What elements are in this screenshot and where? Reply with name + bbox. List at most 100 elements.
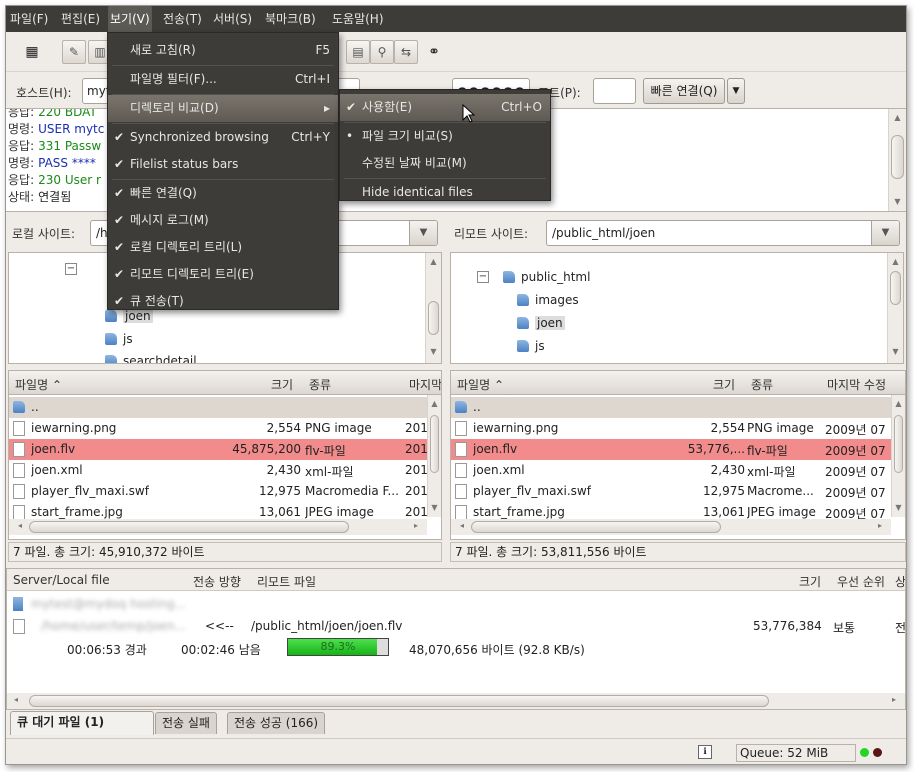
menu-view[interactable]: 보기(V) [108, 6, 152, 32]
file-row[interactable]: joen.flv 45,875,200 flv-파일 201 [9, 439, 441, 460]
scroll-down-icon[interactable]: ▼ [889, 197, 906, 206]
remote-file-list[interactable]: 파일명 ⌃ 크기 종류 마지막 수정 .. iewarning.png 2,554 P… [450, 370, 906, 540]
file-row[interactable]: joen.xml 2,430 xml-파일 201 [9, 460, 441, 481]
menu-item[interactable]: 새로 고침(R) F5 [108, 37, 338, 64]
file-row[interactable]: .. [451, 397, 905, 418]
file-icon [455, 421, 467, 436]
col-modified[interactable]: 마지막 [409, 376, 441, 393]
file-type: flv-파일 [305, 444, 346, 458]
file-row[interactable]: joen.xml 2,430 xml-파일 2009년 07 [451, 460, 905, 481]
menu-item[interactable]: ✔ Filelist status bars [108, 151, 338, 178]
file-row[interactable]: player_flv_maxi.swf 12,975 Macromedia F...… [9, 481, 441, 502]
file-row[interactable]: iewarning.png 2,554 PNG image 201 [9, 418, 441, 439]
file-icon [13, 619, 25, 634]
quickconnect-button[interactable]: 빠른 연결(Q) [643, 78, 725, 104]
site-manager-icon[interactable]: ▦ [22, 42, 42, 62]
menu-item[interactable]: • 파일 크기 비교(S) [340, 123, 550, 150]
file-size: 13,061 [259, 505, 301, 519]
col-size[interactable]: 크기 [799, 573, 821, 590]
tab-queued-files[interactable]: 큐 대기 파일 (1) [10, 711, 154, 735]
menu-edit[interactable]: 편집(E) [59, 6, 102, 32]
local-tree-scrollbar[interactable]: ▲ ▼ [425, 253, 441, 363]
tree-node-public-html[interactable]: public_html [503, 270, 590, 284]
tab-failed-transfers[interactable]: 전송 실패 [155, 712, 217, 734]
menu-help[interactable]: 도움말(H) [330, 6, 386, 32]
file-row[interactable]: joen.flv 53,776,... flv-파일 2009년 07 [451, 439, 905, 460]
menu-item[interactable]: 수정된 날짜 비교(M) [340, 150, 550, 177]
col-remote-file[interactable]: 리모트 파일 [257, 573, 316, 590]
menu-item[interactable]: ✔ 빠른 연결(Q) [108, 180, 338, 207]
menu-bookmarks[interactable]: 북마크(B) [263, 6, 318, 32]
check-icon: ✔ [114, 157, 125, 171]
file-name: joen.flv [473, 442, 518, 456]
remote-path-combo[interactable]: /public_html/joen ▼ [546, 220, 900, 246]
menu-item[interactable]: ✔ Synchronized browsing Ctrl+Y [108, 124, 338, 151]
col-size[interactable]: 크기 [271, 376, 293, 393]
tab-successful-transfers[interactable]: 전송 성공 (166) [227, 712, 326, 734]
local-file-list[interactable]: 파일명 ⌃ 크기 종류 마지막 .. iewarning.png 2,554 PNG … [8, 370, 442, 540]
log-scrollbar[interactable]: ▲ ▼ [888, 109, 906, 211]
file-date: 201 [405, 442, 428, 456]
col-size[interactable]: 크기 [713, 376, 735, 393]
col-modified[interactable]: 마지막 수정 [827, 376, 886, 393]
menu-file[interactable]: 파일(F) [8, 6, 50, 32]
progress-text: 89.3% [320, 640, 356, 653]
tree-node-js[interactable]: js [517, 339, 545, 353]
menu-item[interactable]: Hide identical files [340, 179, 550, 206]
menu-item[interactable]: 파일명 필터(F)... Ctrl+I [108, 66, 338, 93]
file-name: .. [31, 400, 39, 414]
collapse-icon[interactable]: − [65, 263, 77, 275]
process-queue-icon[interactable]: ▤ [346, 40, 370, 64]
menu-server[interactable]: 서버(S) [211, 6, 254, 32]
col-priority[interactable]: 우선 순위 [837, 573, 885, 590]
chevron-down-icon[interactable]: ▼ [409, 221, 437, 245]
menu-item[interactable]: ✔ 큐 전송(T) [108, 288, 338, 315]
transfer-queue[interactable]: Server/Local file 전송 방향 리모트 파일 크기 우선 순위 … [6, 568, 906, 710]
file-icon [455, 463, 467, 478]
queue-hscrollbar[interactable]: ◂ ▸ [7, 693, 905, 709]
file-row[interactable]: player_flv_maxi.swf 12,975 Macrome... 2009년… [451, 481, 905, 502]
log-line: 응답: 230 User r [8, 171, 101, 188]
remote-dir-tree[interactable]: − public_html images joen js ▲ ▼ [450, 252, 904, 364]
collapse-icon[interactable]: − [477, 271, 489, 283]
transfer-type-icon[interactable]: ℹ [698, 745, 712, 759]
remote-list-scrollbar[interactable]: ▲ ▼ [891, 395, 905, 517]
col-state[interactable]: 상 [895, 573, 905, 590]
quickconnect-dropdown-icon[interactable]: ▼ [727, 78, 745, 104]
menu-item[interactable]: ✔ 리모트 디렉토리 트리(E) [108, 261, 338, 288]
check-icon: ✔ [346, 100, 357, 114]
directory-compare-submenu: ✔ 사용함(E) Ctrl+O • 파일 크기 비교(S) 수정된 날짜 비교(M) Hid… [339, 89, 551, 201]
menu-item-accel: Ctrl+O [501, 100, 542, 114]
file-icon [13, 421, 25, 436]
tree-node-joen[interactable]: joen [517, 316, 565, 330]
file-row[interactable]: .. [9, 397, 441, 418]
tree-node-js[interactable]: js [105, 332, 133, 346]
local-list-hscrollbar[interactable]: ◂ ▸ [9, 519, 427, 535]
remote-tree-scrollbar[interactable]: ▲ ▼ [887, 253, 903, 363]
col-server-local[interactable]: Server/Local file [13, 573, 110, 587]
menu-item[interactable]: ✔ 메시지 로그(M) [108, 207, 338, 234]
filter-icon[interactable]: ⚲ [370, 40, 394, 64]
file-row[interactable]: iewarning.png 2,554 PNG image 2009년 07 [451, 418, 905, 439]
search-binoculars-icon[interactable]: ⚭ [424, 42, 444, 62]
toggle-log-icon[interactable]: ✎ [62, 40, 86, 64]
file-size: 2,430 [266, 463, 301, 477]
menu-item[interactable]: 디렉토리 비교(D) ▸ [108, 95, 338, 122]
file-name: joen.flv [31, 442, 76, 456]
menu-item[interactable]: ✔ 로컬 디렉토리 트리(L) [108, 234, 338, 261]
chevron-down-icon[interactable]: ▼ [871, 221, 899, 245]
col-direction[interactable]: 전송 방향 [193, 573, 241, 590]
port-input[interactable] [593, 78, 636, 104]
remote-list-hscrollbar[interactable]: ◂ ▸ [451, 519, 891, 535]
compare-icon[interactable]: ⇆ [394, 40, 418, 64]
col-type[interactable]: 종류 [309, 376, 331, 393]
menu-item[interactable]: ✔ 사용함(E) Ctrl+O [340, 94, 550, 121]
tree-node-searchdetail[interactable]: searchdetail [105, 354, 197, 363]
tree-node-images[interactable]: images [517, 293, 579, 307]
col-type[interactable]: 종류 [751, 376, 773, 393]
col-filename[interactable]: 파일명 ⌃ [15, 376, 62, 393]
col-filename[interactable]: 파일명 ⌃ [457, 376, 504, 393]
local-list-scrollbar[interactable]: ▲ ▼ [427, 395, 441, 517]
menu-transfer[interactable]: 전송(T) [161, 6, 204, 32]
scroll-up-icon[interactable]: ▲ [889, 113, 906, 122]
